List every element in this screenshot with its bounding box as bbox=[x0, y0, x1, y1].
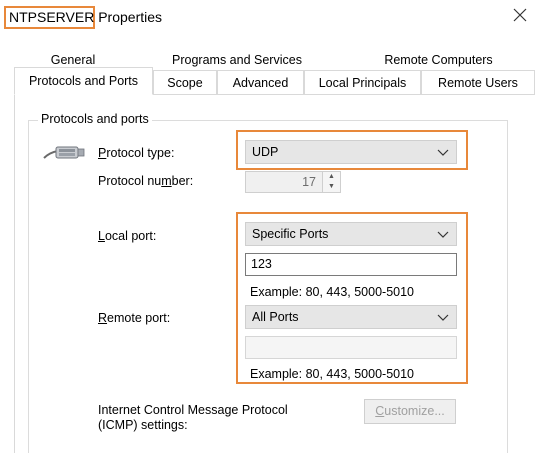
tab-scope[interactable]: Scope bbox=[153, 70, 217, 94]
protocol-type-value: UDP bbox=[252, 145, 279, 159]
tab-protocols-and-ports[interactable]: Protocols and Ports bbox=[14, 67, 153, 95]
tab-advanced[interactable]: Advanced bbox=[217, 70, 304, 94]
protocol-number-value: 17 bbox=[302, 175, 316, 189]
network-cable-icon bbox=[42, 142, 86, 164]
icmp-label-line2: (ICMP) settings: bbox=[98, 418, 188, 432]
title-suffix: Properties bbox=[94, 9, 163, 25]
remote-port-label: Remote port: bbox=[98, 311, 171, 325]
chevron-down-icon bbox=[436, 306, 450, 328]
tab-local-principals[interactable]: Local Principals bbox=[304, 70, 421, 94]
remote-port-value: All Ports bbox=[252, 310, 299, 324]
protocol-number-stepper[interactable]: 17 ▲ ▼ bbox=[245, 171, 341, 193]
local-port-example: Example: 80, 443, 5000-5010 bbox=[250, 285, 415, 299]
tab-remote-computers[interactable]: Remote Computers bbox=[342, 50, 535, 70]
stepper-up-icon[interactable]: ▲ bbox=[323, 172, 340, 182]
local-port-label: Local port: bbox=[98, 229, 157, 243]
remote-port-dropdown[interactable]: All Ports bbox=[245, 305, 457, 329]
remote-port-input[interactable] bbox=[245, 336, 457, 359]
chevron-down-icon bbox=[436, 223, 450, 245]
group-label: Protocols and ports bbox=[38, 112, 152, 126]
icmp-label-line1: Internet Control Message Protocol bbox=[98, 403, 288, 417]
local-port-value: Specific Ports bbox=[252, 227, 329, 241]
tab-programs-and-services[interactable]: Programs and Services bbox=[132, 50, 342, 70]
local-port-dropdown[interactable]: Specific Ports bbox=[245, 222, 457, 246]
remote-port-example: Example: 80, 443, 5000-5010 bbox=[250, 367, 415, 381]
protocol-type-label: Protocol type: bbox=[98, 146, 175, 160]
protocol-type-dropdown[interactable]: UDP bbox=[245, 140, 457, 164]
tab-remote-users[interactable]: Remote Users bbox=[421, 70, 535, 94]
chevron-down-icon bbox=[436, 141, 450, 163]
title-server-name: NTPSERVER bbox=[9, 9, 95, 25]
stepper-down-icon[interactable]: ▼ bbox=[323, 182, 340, 192]
close-icon[interactable] bbox=[509, 4, 531, 26]
stepper-buttons: ▲ ▼ bbox=[322, 172, 340, 192]
protocol-number-label: Protocol number: bbox=[98, 174, 194, 188]
window-title: NTPSERVER Properties bbox=[9, 9, 162, 25]
local-port-input[interactable]: 123 bbox=[245, 253, 457, 276]
customize-button[interactable]: Customize... bbox=[364, 399, 456, 424]
